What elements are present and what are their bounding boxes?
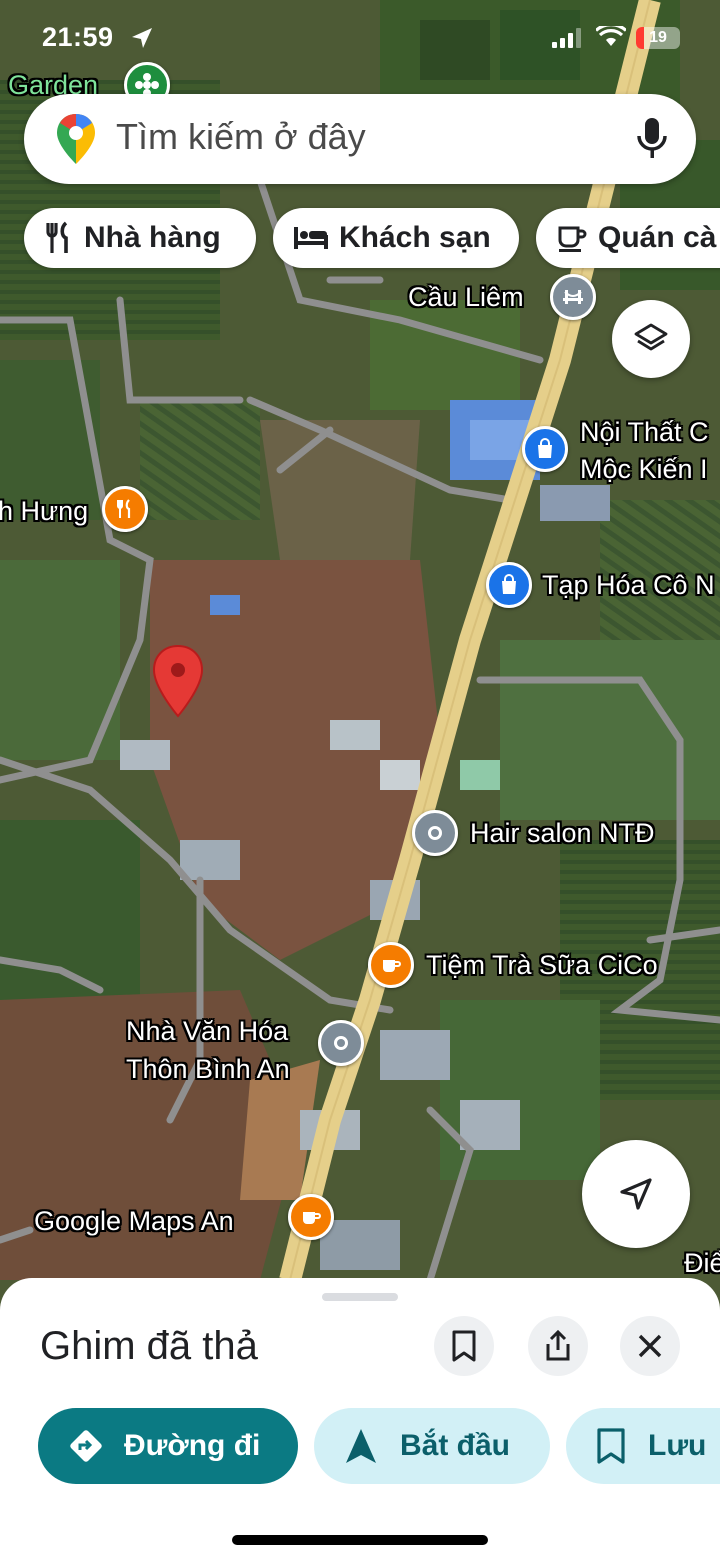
map-label-noi-that-line1: Nội Thất C	[580, 417, 709, 447]
map-label-hung[interactable]: h Hưng	[0, 496, 88, 527]
sheet-title: Ghim đã thả	[40, 1324, 258, 1368]
bridge-icon	[563, 290, 583, 304]
start-label: Bắt đầu	[400, 1429, 511, 1462]
shopping-marker-noi-that[interactable]	[522, 426, 568, 472]
save-label: Lưu	[648, 1429, 707, 1462]
bookmark-icon	[597, 1428, 625, 1464]
map-label-hair-salon[interactable]: Hair salon NTĐ	[470, 818, 655, 849]
cafe-marker-an[interactable]	[288, 1194, 334, 1240]
share-button[interactable]	[528, 1316, 588, 1376]
close-button[interactable]	[620, 1316, 680, 1376]
map-label-noi-that-line2: Mộc Kiến I	[580, 454, 708, 484]
chip-cafes-label: Quán cà	[598, 221, 717, 254]
generic-marker-nha-van-hoa[interactable]	[318, 1020, 364, 1066]
restaurant-marker-hung[interactable]	[102, 486, 148, 532]
generic-marker-hair-salon[interactable]	[412, 810, 458, 856]
wifi-icon	[596, 26, 626, 46]
share-icon	[546, 1330, 570, 1361]
shopping-marker-tap-hoa[interactable]	[486, 562, 532, 608]
fork-knife-icon	[117, 499, 131, 518]
directions-button[interactable]: Đường đi	[38, 1408, 298, 1484]
location-arrow-icon	[132, 28, 152, 48]
directions-label: Đường đi	[124, 1429, 261, 1462]
transit-marker[interactable]	[550, 274, 596, 320]
layers-icon	[634, 323, 668, 351]
chip-hotels[interactable]: Khách sạn	[273, 208, 519, 268]
map-label-nha-van-hoa[interactable]: Nhà Văn Hóa Thôn Bình An	[126, 1012, 290, 1088]
battery-indicator: 19	[636, 27, 680, 49]
cup-icon	[383, 960, 401, 972]
save-bookmark-button[interactable]	[434, 1316, 494, 1376]
chip-cafes[interactable]: Quán cà	[536, 208, 720, 268]
search-input[interactable]: Tìm kiếm ở đây	[116, 116, 366, 158]
navigation-arrow-icon	[620, 1178, 652, 1210]
status-time: 21:59	[42, 22, 114, 52]
my-location-button[interactable]	[582, 1140, 690, 1248]
restaurant-icon	[46, 221, 68, 253]
cellular-signal-icon	[552, 28, 581, 48]
map-label-google-an[interactable]: Google Maps An	[34, 1206, 234, 1237]
map-label-die[interactable]: Điể	[684, 1248, 720, 1279]
bookmark-icon	[452, 1330, 476, 1362]
status-bar: 21:59 19	[0, 0, 720, 78]
shopping-bag-icon	[502, 574, 516, 594]
cup-icon	[303, 1212, 321, 1224]
battery-level: 19	[649, 29, 667, 46]
chip-restaurants[interactable]: Nhà hàng	[24, 208, 256, 268]
navigation-icon	[346, 1429, 376, 1463]
cafe-marker-tiem-tra-sua[interactable]	[368, 942, 414, 988]
microphone-icon[interactable]	[634, 116, 670, 162]
map-label-tiem-tra-sua[interactable]: Tiệm Trà Sữa CiCo	[426, 950, 658, 981]
close-icon	[638, 1334, 662, 1358]
layers-button[interactable]	[612, 300, 690, 378]
start-button[interactable]: Bắt đầu	[314, 1408, 550, 1484]
map-label-nha-van-hoa-line1: Nhà Văn Hóa	[126, 1016, 289, 1046]
google-maps-logo-icon	[57, 114, 95, 164]
map-label-noi-that[interactable]: Nội Thất C Mộc Kiến I	[580, 414, 709, 488]
dot-icon	[428, 826, 442, 840]
directions-icon	[70, 1430, 102, 1462]
cafe-icon	[558, 226, 587, 252]
home-indicator[interactable]	[232, 1535, 488, 1545]
hotel-icon	[294, 227, 328, 249]
place-bottom-sheet[interactable]: Ghim đã thả Đường đi Bắt đầu Lưu	[0, 1278, 720, 1559]
map-label-cau-liem[interactable]: Cầu Liêm	[408, 282, 524, 313]
save-button[interactable]: Lưu	[566, 1408, 720, 1484]
sheet-drag-handle[interactable]	[322, 1293, 398, 1301]
dropped-pin-icon[interactable]	[152, 644, 204, 718]
search-bar[interactable]: Tìm kiếm ở đây	[24, 94, 696, 184]
map-label-tap-hoa[interactable]: Tạp Hóa Cô N	[542, 570, 715, 601]
map-label-nha-van-hoa-line2: Thôn Bình An	[126, 1054, 290, 1084]
shopping-bag-icon	[538, 438, 552, 458]
chip-hotels-label: Khách sạn	[339, 221, 491, 254]
dot-icon	[334, 1036, 348, 1050]
chip-restaurants-label: Nhà hàng	[84, 221, 221, 254]
